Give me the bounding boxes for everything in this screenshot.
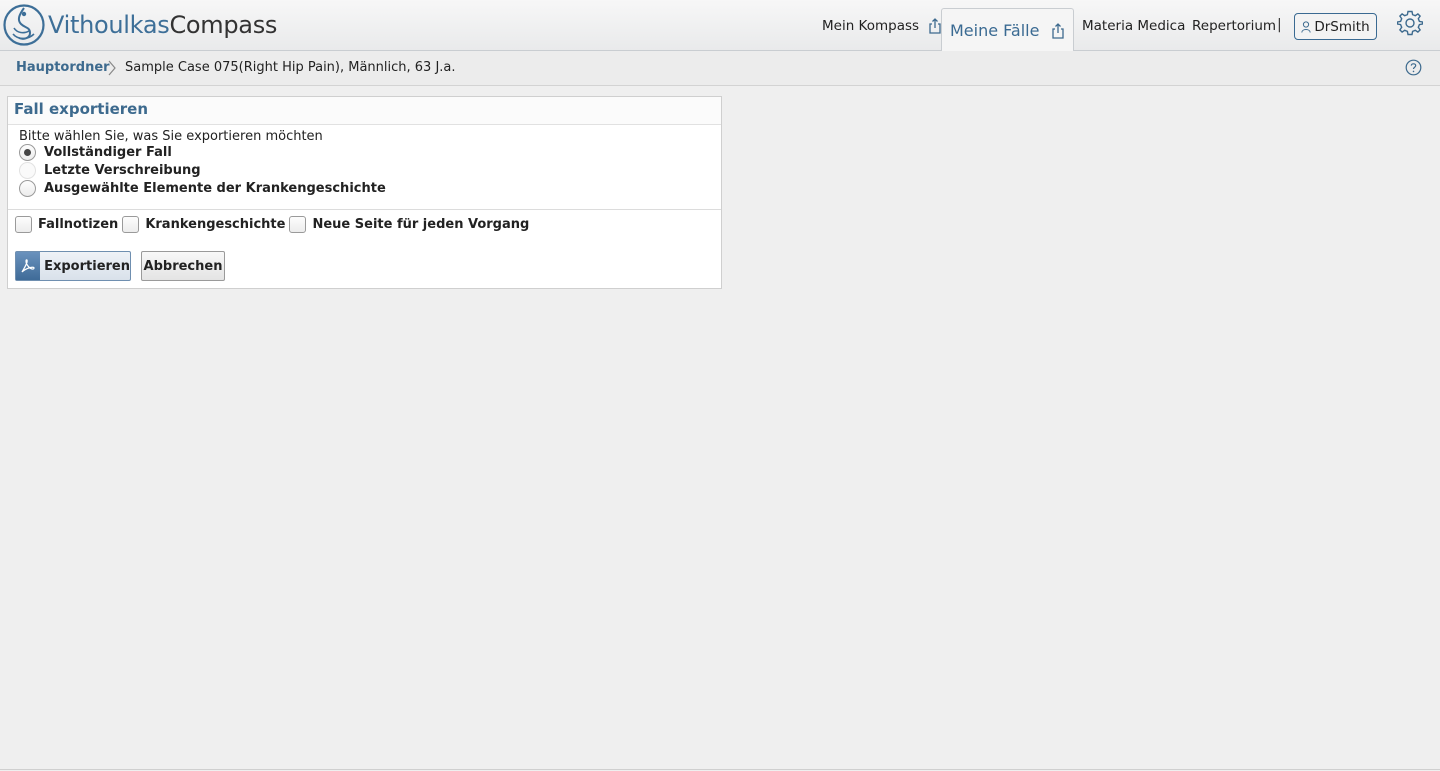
top-header: VithoulkasCompass Mein Kompass Meine Fäl… [0,0,1440,52]
radio-button[interactable] [19,180,36,197]
nav-meine-faelle-tab[interactable]: Meine Fälle [941,8,1075,52]
nav-repertorium-label: Repertorium [1192,17,1277,34]
checkbox-new-page-per-visit[interactable]: Neue Seite für jeden Vorgang [289,216,529,233]
logo-text-part2: Compass [169,11,278,39]
app-logo[interactable]: VithoulkasCompass [2,3,277,47]
radio-option-last-prescription[interactable]: Letzte Verschreibung [19,162,201,179]
panel-title: Fall exportieren [8,97,721,125]
radio-label: Ausgewählte Elemente der Krankengeschich… [44,181,386,196]
radio-label: Letzte Verschreibung [44,163,201,178]
nav-mein-kompass[interactable]: Mein Kompass [822,0,942,51]
nav-materia-medica-label: Materia Medica [1082,17,1186,34]
breadcrumb-home-link[interactable]: Hauptordner [16,60,110,75]
user-name: DrSmith [1314,18,1370,35]
cancel-button[interactable]: Abbrechen [141,251,225,281]
user-icon [1301,20,1312,33]
checkbox[interactable] [122,216,140,233]
compass-logo-icon [3,4,45,46]
radio-option-full-case[interactable]: Vollständiger Fall [19,144,172,161]
user-menu-button[interactable]: DrSmith [1294,13,1377,40]
radio-label: Vollständiger Fall [44,145,172,160]
nav-materia-medica[interactable]: Materia Medica [1082,0,1185,51]
settings-gear-icon[interactable] [1397,10,1423,36]
breadcrumb-case-title: Sample Case 075(Right Hip Pain), Männlic… [125,60,456,75]
checkbox-case-notes[interactable]: Fallnotizen [15,216,118,233]
divider [8,209,721,210]
export-case-panel: Fall exportieren Bitte wählen Sie, was S… [7,96,722,289]
nav-meine-faelle-label: Meine Fälle [950,21,1040,40]
logo-text-part1: Vithoulkas [48,11,170,39]
share-icon[interactable] [928,17,942,34]
bottom-border [0,769,1440,770]
checkbox-label: Fallnotizen [38,217,119,232]
breadcrumb: Hauptordner Sample Case 075(Right Hip Pa… [0,51,1440,86]
share-icon[interactable] [1051,22,1065,39]
radio-option-selected-elements[interactable]: Ausgewählte Elemente der Krankengeschich… [19,180,386,197]
export-button-label: Exportieren [44,258,130,274]
help-icon[interactable] [1405,59,1422,76]
export-options-checkboxes: Fallnotizen Krankengeschichte Neue Seite… [15,216,533,233]
nav-separator: | [1277,17,1282,33]
export-prompt: Bitte wählen Sie, was Sie exportieren mö… [19,129,323,144]
checkbox-medical-history[interactable]: Krankengeschichte [122,216,285,233]
nav-mein-kompass-label: Mein Kompass [822,17,920,34]
checkbox[interactable] [289,216,307,233]
chevron-right-icon [108,60,116,76]
radio-button[interactable] [19,144,36,161]
radio-button[interactable] [19,162,36,179]
checkbox[interactable] [15,216,32,233]
checkbox-label: Krankengeschichte [145,217,286,232]
export-button[interactable]: Exportieren [15,251,131,281]
app-logo-text: VithoulkasCompass [48,11,277,39]
nav-repertorium[interactable]: Repertorium [1192,0,1276,51]
checkbox-label: Neue Seite für jeden Vorgang [312,217,530,232]
pdf-icon [16,252,41,280]
cancel-button-label: Abbrechen [143,258,223,274]
